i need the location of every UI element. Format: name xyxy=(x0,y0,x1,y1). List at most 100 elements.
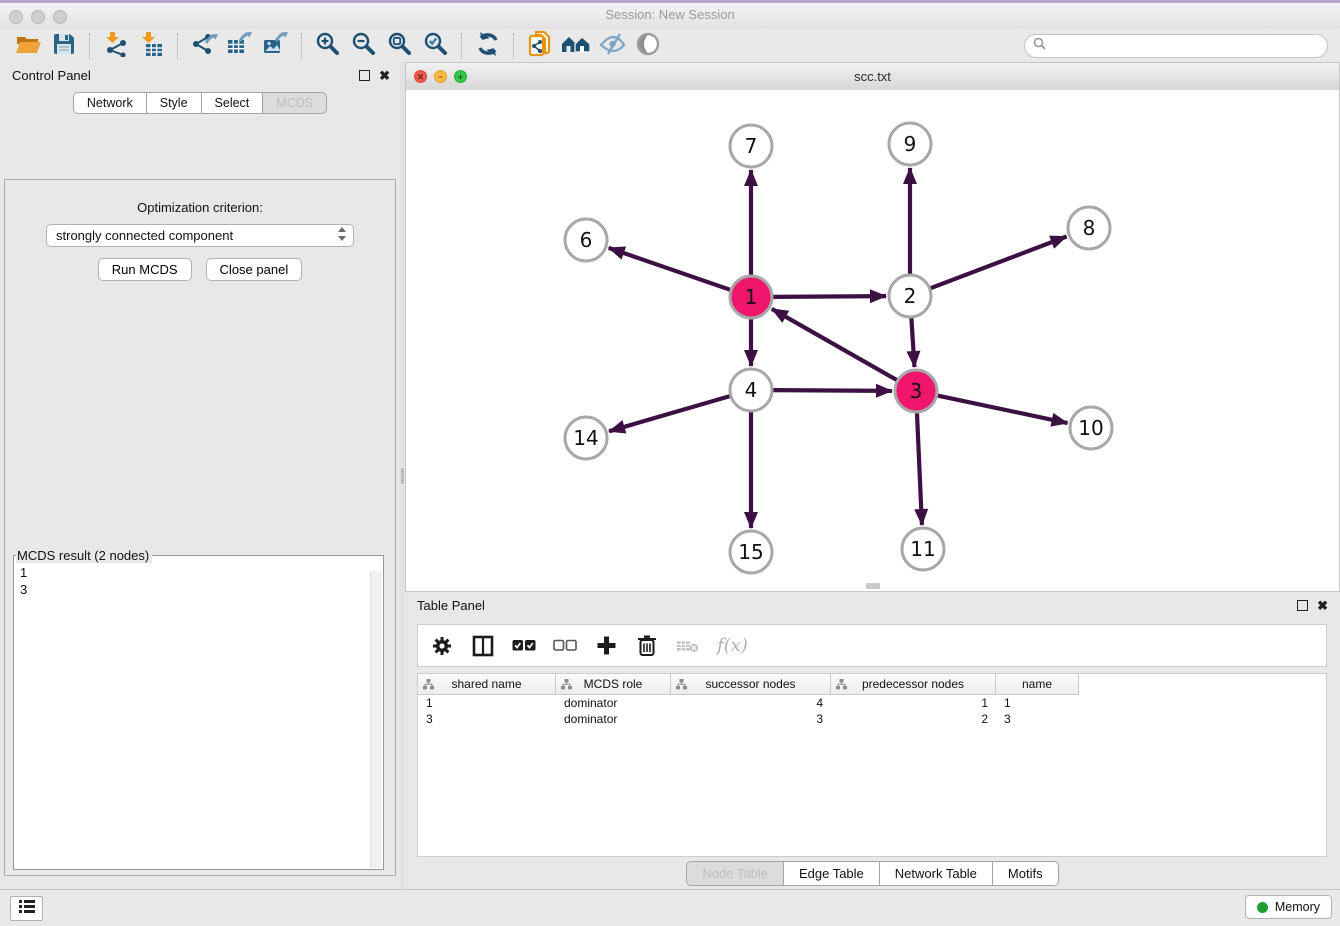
zoom-out-button[interactable] xyxy=(346,31,382,61)
cell-1-2[interactable]: 3 xyxy=(671,712,831,726)
create-column-button[interactable] xyxy=(594,634,618,658)
column-header-shared-name[interactable]: shared name xyxy=(418,674,556,694)
mcds-result-box: MCDS result (2 nodes) 1 3 xyxy=(13,548,384,870)
houses-icon xyxy=(561,32,591,59)
refresh-button[interactable] xyxy=(470,31,506,61)
edge-1-6[interactable] xyxy=(609,248,731,290)
column-header-predecessor-nodes[interactable]: predecessor nodes xyxy=(831,674,996,694)
open-folder-icon xyxy=(15,33,42,59)
tab-node-table[interactable]: Node Table xyxy=(686,861,784,886)
close-view-icon[interactable]: ✕ xyxy=(414,70,427,83)
cell-1-0[interactable]: 3 xyxy=(418,712,556,726)
column-header-name[interactable]: name xyxy=(996,674,1079,694)
tab-select[interactable]: Select xyxy=(202,92,264,114)
duplicate-network-button[interactable] xyxy=(522,31,558,61)
column-header-successor-nodes[interactable]: successor nodes xyxy=(671,674,831,694)
cell-1-4[interactable]: 3 xyxy=(996,712,1079,726)
cell-0-1[interactable]: dominator xyxy=(556,696,671,710)
optimization-criterion-select[interactable]: strongly connected component xyxy=(46,224,354,247)
edge-2-3[interactable] xyxy=(911,318,914,367)
cell-0-2[interactable]: 4 xyxy=(671,696,831,710)
cell-0-3[interactable]: 1 xyxy=(831,696,996,710)
column-header-MCDS-role[interactable]: MCDS role xyxy=(556,674,671,694)
edge-4-14[interactable] xyxy=(609,396,730,431)
float-panel-icon[interactable] xyxy=(359,70,370,81)
network-window-titlebar[interactable]: ✕ − + scc.txt xyxy=(406,63,1339,91)
tab-edge-table[interactable]: Edge Table xyxy=(784,861,880,886)
tab-mcds[interactable]: MCDS xyxy=(263,92,327,114)
open-session-button[interactable] xyxy=(10,31,46,61)
network-graph[interactable]: 7968124314101511 xyxy=(406,90,1339,591)
node-label-8: 8 xyxy=(1083,216,1096,240)
zoom-fit-icon xyxy=(387,31,413,60)
cell-0-0[interactable]: 1 xyxy=(418,696,556,710)
hierarchy-icon xyxy=(423,679,434,693)
unselect-all-columns-button[interactable] xyxy=(553,634,577,658)
result-scrollbar[interactable] xyxy=(370,571,382,868)
table-panel-title: Table Panel xyxy=(417,598,485,613)
view-resize-grip[interactable] xyxy=(866,583,880,589)
edge-3-10[interactable] xyxy=(938,396,1068,423)
select-all-columns-button[interactable] xyxy=(512,634,536,658)
close-panel-icon[interactable]: ✖ xyxy=(379,71,390,80)
memory-label: Memory xyxy=(1275,900,1320,914)
minimize-window-icon[interactable] xyxy=(31,10,45,24)
close-panel-button[interactable]: Close panel xyxy=(206,258,303,281)
import-table-button[interactable] xyxy=(134,31,170,61)
home-networks-button[interactable] xyxy=(558,31,594,61)
node-label-15: 15 xyxy=(738,540,763,564)
column-pane-button[interactable] xyxy=(471,634,495,658)
import-network-button[interactable] xyxy=(98,31,134,61)
hide-graphics-button[interactable] xyxy=(594,31,630,61)
cell-0-4[interactable]: 1 xyxy=(996,696,1079,710)
optimization-criterion-value: strongly connected component xyxy=(56,228,335,243)
tab-motifs[interactable]: Motifs xyxy=(993,861,1059,886)
close-table-panel-icon[interactable]: ✖ xyxy=(1317,601,1328,610)
tab-style[interactable]: Style xyxy=(147,92,202,114)
maximize-window-icon[interactable] xyxy=(53,10,67,24)
search-box[interactable] xyxy=(1024,34,1328,58)
control-panel-title: Control Panel xyxy=(12,68,91,83)
node-label-1: 1 xyxy=(745,285,758,309)
float-table-panel-icon[interactable] xyxy=(1297,600,1308,611)
edge-4-3[interactable] xyxy=(773,390,892,391)
table-settings-button[interactable] xyxy=(430,634,454,658)
run-mcds-button[interactable]: Run MCDS xyxy=(98,258,192,281)
memory-button[interactable]: Memory xyxy=(1245,895,1332,919)
delete-column-button[interactable] xyxy=(635,634,659,658)
close-window-icon[interactable] xyxy=(9,10,23,24)
zoom-selected-button[interactable] xyxy=(418,31,454,61)
node-label-10: 10 xyxy=(1078,416,1103,440)
zoom-view-icon[interactable]: + xyxy=(454,70,467,83)
minimize-view-icon[interactable]: − xyxy=(434,70,447,83)
cell-1-1[interactable]: dominator xyxy=(556,712,671,726)
column-label: name xyxy=(1022,677,1052,691)
tab-network[interactable]: Network xyxy=(73,92,147,114)
show-graphics-button[interactable] xyxy=(630,31,666,61)
zoom-selected-icon xyxy=(423,31,449,60)
zoom-in-button[interactable] xyxy=(310,31,346,61)
table-row-1[interactable]: 3dominator323 xyxy=(418,711,1326,727)
edge-1-2[interactable] xyxy=(773,296,886,297)
duplicate-network-icon xyxy=(527,30,553,61)
import-table-icon xyxy=(139,31,165,60)
save-session-button[interactable] xyxy=(46,31,82,61)
splitter-grip-icon xyxy=(401,468,404,484)
mcds-panel: Optimization criterion: strongly connect… xyxy=(4,179,396,876)
table-row-0[interactable]: 1dominator411 xyxy=(418,695,1326,711)
node-label-3: 3 xyxy=(910,379,923,403)
edge-3-11[interactable] xyxy=(917,413,922,525)
search-input[interactable] xyxy=(1051,38,1319,54)
edge-2-8[interactable] xyxy=(931,237,1067,289)
export-table-button[interactable] xyxy=(222,31,258,61)
export-network-button[interactable] xyxy=(186,31,222,61)
export-image-button[interactable] xyxy=(258,31,294,61)
network-canvas[interactable]: 7968124314101511 xyxy=(406,90,1339,591)
cell-1-3[interactable]: 2 xyxy=(831,712,996,726)
zoom-fit-button[interactable] xyxy=(382,31,418,61)
delete-table-button-disabled xyxy=(676,634,700,658)
node-table[interactable]: shared nameMCDS rolesuccessor nodesprede… xyxy=(417,673,1327,857)
task-history-button[interactable] xyxy=(10,896,43,921)
edge-3-1[interactable] xyxy=(772,309,897,380)
tab-network-table[interactable]: Network Table xyxy=(880,861,993,886)
